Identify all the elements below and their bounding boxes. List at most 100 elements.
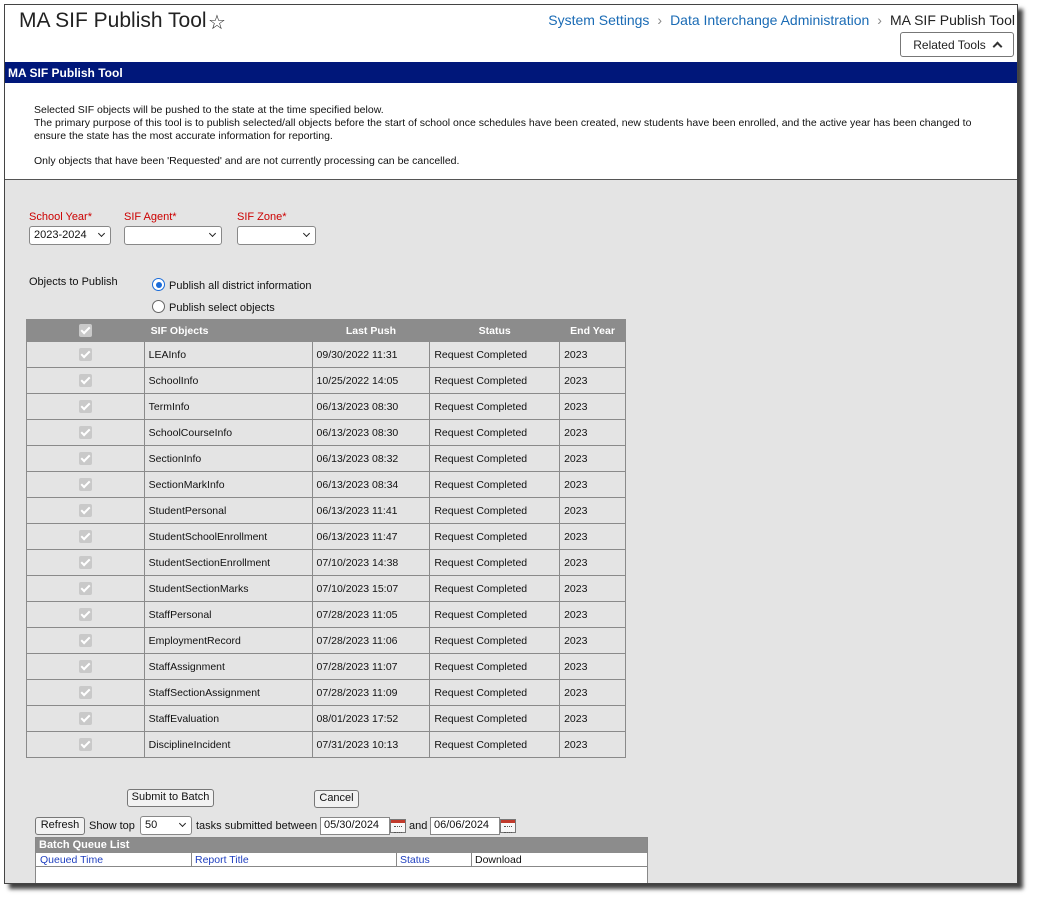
row-checkbox-cell[interactable] [26, 601, 145, 628]
breadcrumb-system-settings[interactable]: System Settings [548, 12, 649, 28]
row-checkbox[interactable] [78, 530, 92, 543]
main-content: School Year* 2023-2024 SIF Agent* SIF Zo… [5, 180, 1017, 883]
row-checkbox-cell[interactable] [26, 367, 145, 394]
description-line: Only objects that have been 'Requested' … [34, 155, 460, 167]
cancel-button[interactable]: Cancel [314, 790, 359, 808]
sif-object-cell: DisciplineIncident [143, 731, 313, 758]
row-checkbox-cell[interactable] [26, 445, 145, 472]
end-year-cell: 2023 [559, 367, 626, 394]
queued-time-column[interactable]: Queued Time [40, 854, 103, 866]
sif-object-cell: StudentSectionMarks [143, 575, 313, 602]
row-checkbox[interactable] [78, 660, 92, 673]
row-checkbox[interactable] [78, 348, 92, 361]
show-top-select[interactable]: 50 [140, 816, 192, 835]
school-year-select[interactable]: 2023-2024 [29, 226, 111, 245]
table-row[interactable]: EmploymentRecord 07/28/2023 11:06 Request … [26, 627, 626, 654]
row-checkbox-cell[interactable] [26, 393, 145, 420]
breadcrumb-current: MA SIF Publish Tool [889, 12, 1015, 28]
sif-agent-select[interactable] [124, 226, 222, 245]
submit-to-batch-button[interactable]: Submit to Batch [127, 789, 214, 807]
breadcrumb-data-interchange[interactable]: Data Interchange Administration [670, 12, 869, 28]
table-row[interactable]: StudentPersonal 06/13/2023 11:41 Request C… [26, 497, 626, 524]
row-checkbox[interactable] [78, 686, 92, 699]
table-row[interactable]: StaffEvaluation 08/01/2023 17:52 Request C… [26, 705, 626, 732]
row-checkbox[interactable] [78, 426, 92, 439]
status-cell: Request Completed [429, 575, 561, 602]
start-date-input[interactable]: 05/30/2024 [320, 817, 390, 835]
row-checkbox-cell[interactable] [26, 575, 145, 602]
status-cell: Request Completed [429, 445, 561, 472]
end-year-cell: 2023 [559, 731, 626, 758]
calendar-icon[interactable] [500, 819, 516, 833]
table-row[interactable]: DisciplineIncident 07/31/2023 10:13 Reques… [26, 731, 626, 758]
row-checkbox[interactable] [78, 504, 92, 517]
last-push-cell: 06/13/2023 08:30 [311, 393, 431, 420]
refresh-button[interactable]: Refresh [35, 817, 85, 835]
row-checkbox-cell[interactable] [26, 653, 145, 680]
status-cell: Request Completed [429, 653, 561, 680]
table-row[interactable]: StaffSectionAssignment 07/28/2023 11:09 Re… [26, 679, 626, 706]
batch-queue-title: Batch Queue List [36, 838, 647, 853]
row-checkbox[interactable] [78, 712, 92, 725]
status-cell: Request Completed [429, 393, 561, 420]
table-row[interactable]: StudentSchoolEnrollment 06/13/2023 11:47 R… [26, 523, 626, 550]
table-row[interactable]: TermInfo 06/13/2023 08:30 Request Complete… [26, 393, 626, 420]
publish-all-label[interactable]: Publish all district information [169, 280, 311, 292]
table-row[interactable]: SectionInfo 06/13/2023 08:32 Request Compl… [26, 445, 626, 472]
column-header[interactable]: End Year [559, 319, 626, 342]
last-push-cell: 07/28/2023 11:09 [311, 679, 431, 706]
table-row[interactable]: SchoolInfo 10/25/2022 14:05 Request Comple… [26, 367, 626, 394]
status-cell: Request Completed [429, 679, 561, 706]
table-row[interactable]: StudentSectionMarks 07/10/2023 15:07 Reque… [26, 575, 626, 602]
publish-select-label[interactable]: Publish select objects [169, 302, 275, 314]
table-row[interactable]: StaffAssignment 07/28/2023 11:07 Request C… [26, 653, 626, 680]
end-year-cell: 2023 [559, 549, 626, 576]
select-all-checkbox[interactable] [78, 324, 92, 337]
favorite-star-icon[interactable]: ☆ [208, 10, 226, 35]
row-checkbox-cell[interactable] [26, 679, 145, 706]
row-checkbox-cell[interactable] [26, 705, 145, 732]
row-checkbox-cell[interactable] [26, 341, 145, 368]
publish-all-radio[interactable] [152, 278, 165, 291]
row-checkbox[interactable] [78, 478, 92, 491]
row-checkbox-cell[interactable] [26, 523, 145, 550]
row-checkbox[interactable] [78, 400, 92, 413]
related-tools-button[interactable]: Related Tools [900, 32, 1014, 57]
column-header[interactable]: Status [429, 319, 561, 342]
status-cell: Request Completed [429, 523, 561, 550]
row-checkbox[interactable] [78, 634, 92, 647]
row-checkbox[interactable] [78, 452, 92, 465]
row-checkbox-cell[interactable] [26, 627, 145, 654]
school-year-value: 2023-2024 [34, 229, 87, 241]
select-all-header[interactable] [26, 319, 145, 342]
calendar-icon[interactable] [390, 819, 406, 833]
row-checkbox-cell[interactable] [26, 549, 145, 576]
end-year-cell: 2023 [559, 445, 626, 472]
column-header[interactable]: Last Push [311, 319, 431, 342]
row-checkbox[interactable] [78, 582, 92, 595]
status-column[interactable]: Status [400, 854, 430, 866]
chevron-down-icon [208, 229, 217, 238]
report-title-column[interactable]: Report Title [195, 854, 249, 866]
row-checkbox[interactable] [78, 738, 92, 751]
table-row[interactable]: SectionMarkInfo 06/13/2023 08:34 Request C… [26, 471, 626, 498]
row-checkbox[interactable] [78, 556, 92, 569]
last-push-cell: 06/13/2023 11:47 [311, 523, 431, 550]
row-checkbox-cell[interactable] [26, 471, 145, 498]
table-row[interactable]: SchoolCourseInfo 06/13/2023 08:30 Request … [26, 419, 626, 446]
sif-object-cell: StudentSectionEnrollment [143, 549, 313, 576]
table-row[interactable]: StaffPersonal 07/28/2023 11:05 Request Com… [26, 601, 626, 628]
row-checkbox-cell[interactable] [26, 419, 145, 446]
publish-select-radio[interactable] [152, 300, 165, 313]
row-checkbox-cell[interactable] [26, 497, 145, 524]
row-checkbox[interactable] [78, 608, 92, 621]
column-header[interactable]: SIF Objects [143, 319, 313, 342]
row-checkbox[interactable] [78, 374, 92, 387]
table-row[interactable]: StudentSectionEnrollment 07/10/2023 14:38… [26, 549, 626, 576]
table-header-row: SIF Objects Last Push Status End Year [26, 319, 626, 342]
row-checkbox-cell[interactable] [26, 731, 145, 758]
table-row[interactable]: LEAInfo 09/30/2022 11:31 Request Completed… [26, 341, 626, 368]
end-date-input[interactable]: 06/06/2024 [430, 817, 500, 835]
last-push-cell: 07/28/2023 11:05 [311, 601, 431, 628]
sif-zone-select[interactable] [237, 226, 316, 245]
